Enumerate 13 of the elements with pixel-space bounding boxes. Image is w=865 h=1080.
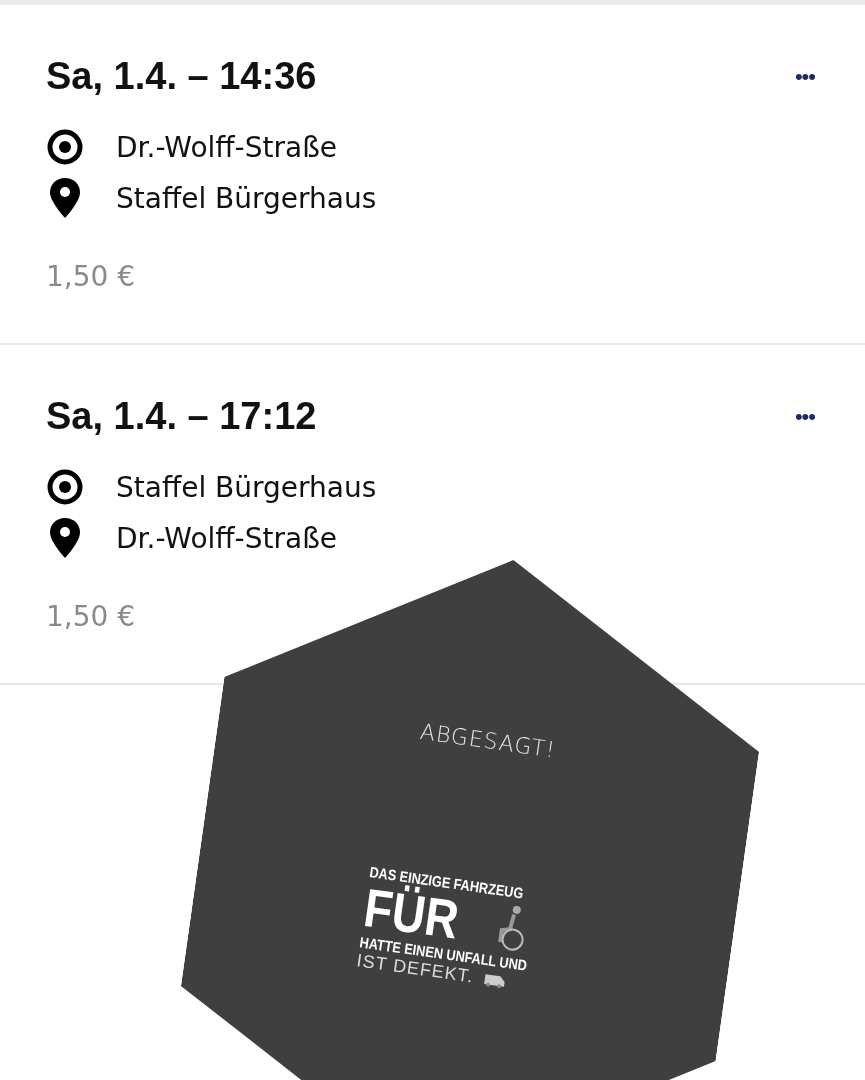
target-icon xyxy=(46,128,84,166)
ride-date-time: Sa, 1.4. – 14:36 xyxy=(46,55,317,98)
destination-stop: Staffel Bürgerhaus xyxy=(116,181,377,215)
ride-date-time: Sa, 1.4. – 17:12 xyxy=(46,395,317,438)
start-stop: Dr.-Wolff-Straße xyxy=(116,130,337,164)
more-menu-button[interactable]: ••• xyxy=(790,403,819,430)
sticker-headline: ABGESAGT! xyxy=(418,718,558,763)
more-menu-button[interactable]: ••• xyxy=(790,63,819,90)
ride-price: 1,50 € xyxy=(46,260,137,293)
ride-price: 1,50 € xyxy=(46,600,137,633)
target-icon xyxy=(46,468,84,506)
start-stop: Staffel Bürgerhaus xyxy=(116,470,377,504)
destination-stop: Dr.-Wolff-Straße xyxy=(116,521,337,555)
